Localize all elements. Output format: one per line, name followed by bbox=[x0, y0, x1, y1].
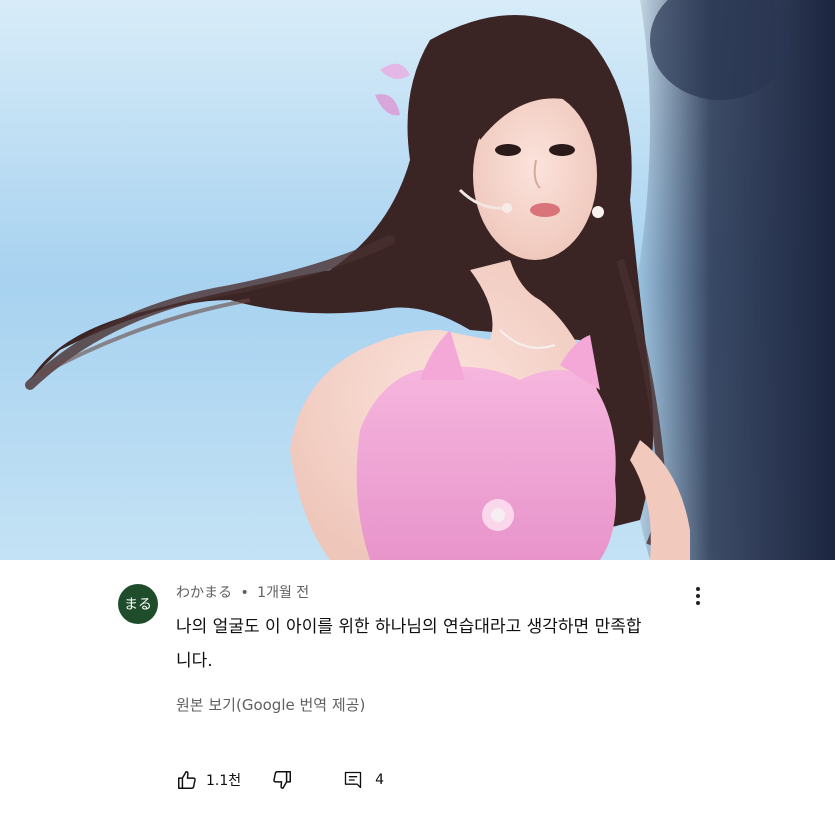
photo bbox=[0, 0, 835, 560]
author-name[interactable]: わかまる bbox=[176, 585, 232, 601]
more-dot bbox=[696, 594, 700, 598]
dislike-button[interactable] bbox=[271, 769, 293, 791]
comment-time[interactable]: 1개월 전 bbox=[257, 585, 309, 601]
more-dot bbox=[696, 587, 700, 591]
reply-count: 4 bbox=[375, 772, 385, 788]
thumbs-down-icon bbox=[271, 769, 293, 791]
screenshot-frame: まる わかまる • 1개월 전 나의 얼굴도 이 아이를 위한 하나님의 연습대… bbox=[0, 0, 835, 837]
comment-item: まる わかまる • 1개월 전 나의 얼굴도 이 아이를 위한 하나님의 연습대… bbox=[0, 560, 835, 837]
comment-text: 나의 얼굴도 이 아이를 위한 하나님의 연습대라고 생각하면 만족합니다. bbox=[176, 617, 642, 671]
avatar[interactable]: まる bbox=[118, 584, 158, 624]
like-button[interactable]: 1.1천 bbox=[176, 769, 271, 791]
comment-actions: 1.1천 4 bbox=[176, 768, 384, 792]
comment-meta: わかまる • 1개월 전 bbox=[176, 582, 309, 602]
photo-illustration bbox=[0, 0, 835, 560]
comment-icon bbox=[343, 770, 363, 790]
see-original-link[interactable]: 원본 보기(Google 번역 제공) bbox=[176, 694, 365, 715]
more-dot bbox=[696, 601, 700, 605]
thumbs-up-icon bbox=[176, 769, 198, 791]
meta-separator: • bbox=[240, 585, 249, 601]
reply-button[interactable]: 4 bbox=[343, 770, 384, 790]
like-count: 1.1천 bbox=[206, 773, 242, 789]
more-vert-icon[interactable] bbox=[688, 582, 708, 610]
avatar-text: まる bbox=[124, 597, 152, 613]
